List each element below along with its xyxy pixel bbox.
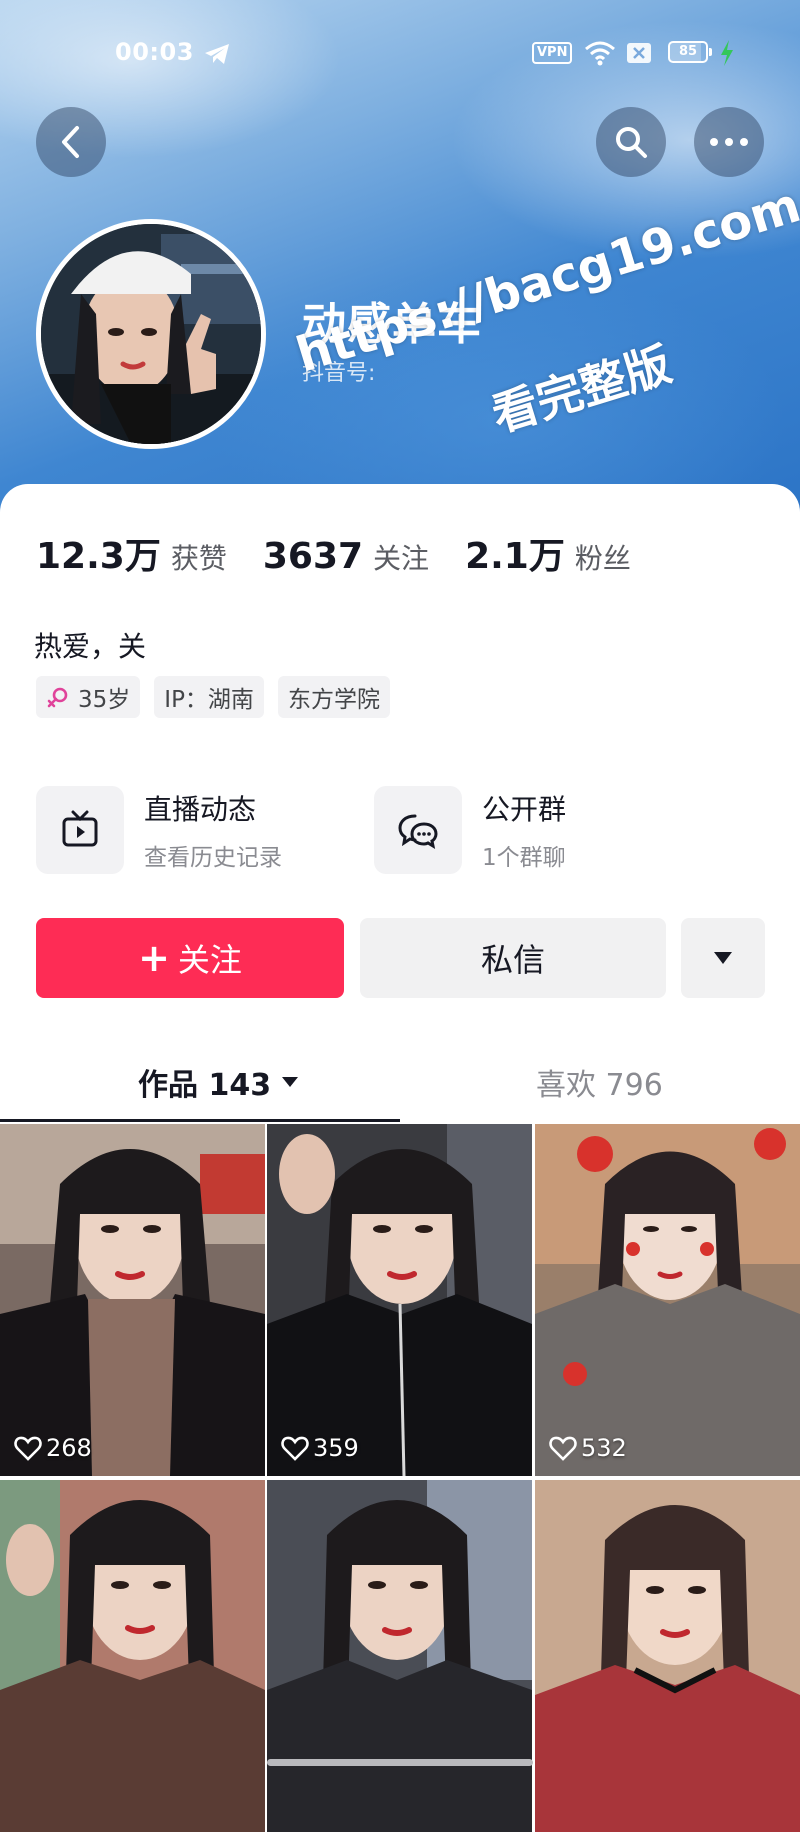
group-title: 公开群 <box>482 793 567 826</box>
follow-label: 关注 <box>177 941 242 979</box>
message-label: 私信 <box>480 941 545 979</box>
video-cover <box>267 1124 532 1476</box>
stat-label: 获赞 <box>170 542 227 575</box>
group-icon-box <box>374 786 462 874</box>
video-thumbnail[interactable]: 532 <box>535 1124 800 1476</box>
caret-down-icon <box>714 952 732 964</box>
live-subtitle: 查看历史记录 <box>144 845 282 871</box>
plus-icon: + <box>138 936 170 980</box>
caret-down-icon <box>282 1077 299 1087</box>
vpn-badge: VPN <box>532 42 573 64</box>
tab-works[interactable]: 作品 143 <box>138 1060 299 1104</box>
message-button[interactable]: 私信 <box>360 918 666 998</box>
video-cover <box>535 1480 800 1832</box>
action-buttons: + 关注 私信 <box>36 918 765 1000</box>
content-tabs: 作品 143 喜欢 796 <box>0 1050 800 1126</box>
video-cover <box>535 1124 800 1476</box>
avatar-photo <box>41 224 261 444</box>
avatar[interactable] <box>36 219 266 449</box>
live-icon-box <box>36 786 124 874</box>
ip-tag: IP：湖南 <box>154 676 264 718</box>
stat-value: 12.3万 <box>36 536 161 577</box>
live-title: 直播动态 <box>144 793 257 826</box>
group-chat-icon <box>398 814 438 850</box>
video-thumbnail[interactable] <box>0 1480 265 1832</box>
group-subtitle: 1个群聊 <box>482 845 566 871</box>
video-thumbnail[interactable] <box>267 1480 532 1832</box>
video-thumbnail[interactable]: 359 <box>267 1124 532 1476</box>
follow-button[interactable]: + 关注 <box>36 918 344 998</box>
live-history-entry[interactable]: 直播动态 查看历史记录 <box>36 786 282 874</box>
home-indicator[interactable] <box>267 1759 533 1766</box>
video-cover <box>0 1480 265 1832</box>
school-tag[interactable]: 东方学院 <box>277 676 390 718</box>
profile-tags: 35岁 IP：湖南 东方学院 <box>36 676 404 718</box>
tab-indicator <box>0 1119 400 1122</box>
search-button[interactable] <box>596 107 666 177</box>
heart-icon <box>549 1436 577 1461</box>
tab-works-label: 作品 143 <box>138 1068 272 1103</box>
stat-value: 2.1万 <box>465 536 565 577</box>
female-icon <box>47 687 68 708</box>
school-label: 东方学院 <box>287 687 380 713</box>
more-actions-button[interactable] <box>681 918 765 998</box>
age-tag: 35岁 <box>36 676 141 718</box>
video-cover <box>0 1124 265 1476</box>
like-count: 268 <box>14 1434 92 1462</box>
chevron-left-icon <box>62 126 79 158</box>
stat-label: 粉丝 <box>574 542 631 575</box>
stat-label: 关注 <box>373 542 430 575</box>
more-button[interactable] <box>694 107 764 177</box>
stats-row: 12.3万 获赞 3637 关注 2.1万 粉丝 <box>36 527 667 579</box>
public-group-entry[interactable]: 公开群 1个群聊 <box>374 786 566 874</box>
wifi-icon <box>585 41 615 66</box>
tab-likes-label: 喜欢 796 <box>536 1068 663 1103</box>
battery-tip <box>709 48 712 56</box>
tab-likes[interactable]: 喜欢 796 <box>536 1060 663 1104</box>
video-thumbnail[interactable]: 268 <box>0 1124 265 1476</box>
search-icon <box>616 127 647 158</box>
bio-text: 热爱，关 <box>34 630 147 663</box>
like-count: 532 <box>549 1434 627 1462</box>
ip-label: IP：湖南 <box>164 687 254 713</box>
no-sim-icon <box>627 43 651 63</box>
telegram-icon <box>205 44 229 64</box>
tv-live-icon <box>62 810 98 847</box>
like-count-value: 532 <box>581 1434 627 1462</box>
battery-percent: 85 <box>678 44 698 59</box>
more-horizontal-icon <box>710 138 748 146</box>
stat-following[interactable]: 3637 关注 <box>263 536 429 577</box>
video-cover <box>267 1480 532 1832</box>
like-count: 359 <box>281 1434 359 1462</box>
charging-bolt-icon <box>721 40 733 66</box>
battery-icon: 85 <box>668 41 708 63</box>
like-count-value: 359 <box>313 1434 359 1462</box>
status-time: 00:03 <box>115 38 194 66</box>
status-bar: 00:03 VPN 85 <box>0 30 800 76</box>
video-thumbnail[interactable] <box>535 1480 800 1832</box>
stat-likes[interactable]: 12.3万 获赞 <box>36 527 227 579</box>
heart-icon <box>14 1436 42 1461</box>
stat-followers[interactable]: 2.1万 粉丝 <box>465 527 631 579</box>
age-label: 35岁 <box>78 687 131 713</box>
like-count-value: 268 <box>46 1434 92 1462</box>
stat-value: 3637 <box>262 536 364 577</box>
heart-icon <box>281 1436 309 1461</box>
back-button[interactable] <box>36 107 106 177</box>
